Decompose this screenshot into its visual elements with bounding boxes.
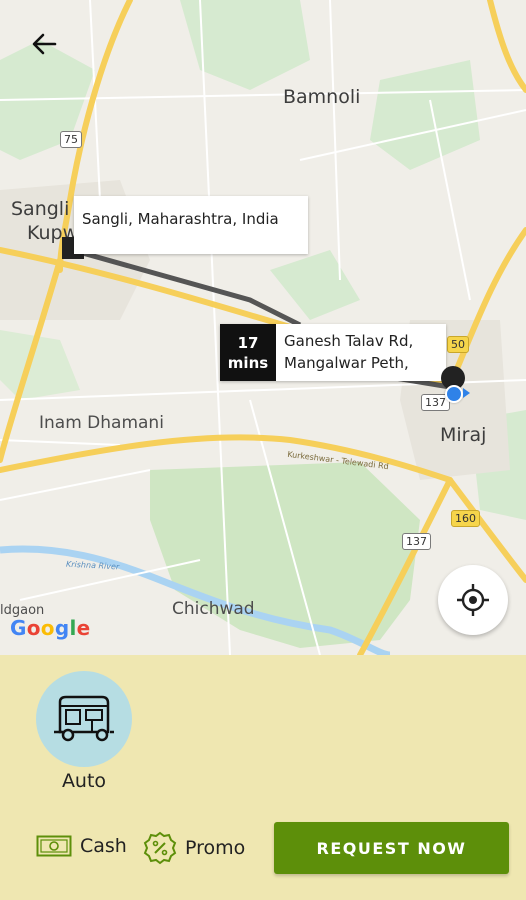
heading-arrow-icon bbox=[463, 388, 470, 398]
map-view[interactable]: Bamnoli Sangli Kupw Inam Dhamani Miraj C… bbox=[0, 0, 526, 655]
place-sangli: Sangli bbox=[11, 198, 70, 220]
destination-line2: Mangalwar Peth, bbox=[284, 354, 409, 372]
route-shield-160: 160 bbox=[451, 510, 480, 527]
promo-button[interactable]: Promo bbox=[143, 831, 245, 865]
route-shield-50: 50 bbox=[447, 336, 469, 353]
promo-label: Promo bbox=[185, 837, 246, 859]
request-now-button[interactable]: REQUEST NOW bbox=[274, 822, 509, 874]
svg-text:Google: Google bbox=[10, 616, 90, 640]
vehicle-label: Auto bbox=[61, 770, 107, 792]
origin-address: Sangli, Maharashtra, India bbox=[82, 210, 279, 228]
route-shield-137-south: 137 bbox=[402, 533, 431, 550]
current-location-dot bbox=[445, 385, 463, 403]
destination-line1: Ganesh Talav Rd, bbox=[284, 332, 414, 350]
payment-label: Cash bbox=[80, 835, 127, 857]
auto-rickshaw-icon bbox=[54, 695, 114, 742]
route-shield-75: 75 bbox=[60, 131, 82, 148]
back-button[interactable] bbox=[26, 26, 62, 62]
place-inam-dhamani: Inam Dhamani bbox=[39, 413, 164, 433]
my-location-icon bbox=[457, 584, 489, 616]
place-chichwad: Chichwad bbox=[172, 599, 255, 619]
booking-panel: Auto Cash Promo REQUEST NOW bbox=[0, 655, 526, 900]
place-bamnoli: Bamnoli bbox=[283, 86, 361, 108]
origin-callout[interactable]: Sangli, Maharashtra, India bbox=[74, 196, 308, 254]
google-logo: Google bbox=[10, 615, 90, 646]
arrow-left-icon bbox=[32, 33, 57, 55]
eta-unit: mins bbox=[227, 353, 269, 372]
eta-badge: 17 mins bbox=[220, 324, 276, 381]
eta-value: 17 bbox=[237, 333, 259, 352]
my-location-button[interactable] bbox=[438, 565, 508, 635]
percent-badge-icon bbox=[143, 831, 177, 865]
vehicle-option-auto[interactable] bbox=[36, 671, 132, 767]
place-miraj: Miraj bbox=[440, 424, 487, 446]
payment-method-button[interactable]: Cash bbox=[36, 835, 127, 857]
destination-callout[interactable]: 17 mins Ganesh Talav Rd, Mangalwar Peth, bbox=[220, 324, 446, 381]
destination-address: Ganesh Talav Rd, Mangalwar Peth, bbox=[276, 324, 446, 381]
cash-icon bbox=[36, 835, 72, 857]
